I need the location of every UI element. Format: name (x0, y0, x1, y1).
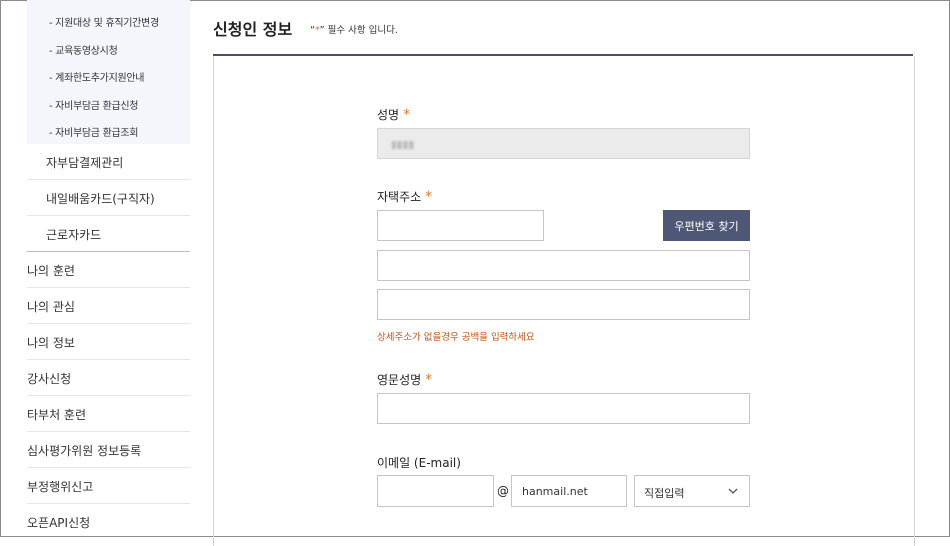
address-detail-input[interactable] (378, 290, 749, 319)
sidebar-item-instructor[interactable]: 강사신청 (27, 360, 190, 396)
sidebar-item-label: 심사평가위원 정보등록 (27, 444, 142, 458)
address-field[interactable] (377, 250, 750, 281)
sidebar-subitem-period-change[interactable]: - 지원대상 및 휴직기간변경 (49, 14, 159, 29)
sidebar-item-label: 부정행위신고 (27, 480, 94, 494)
sidebar-item-label: 내일배움카드(구직자) (46, 192, 155, 206)
sidebar-item-self-pay[interactable]: 자부담결제관리 (27, 144, 190, 180)
sidebar-item-label: 나의 훈련 (27, 264, 75, 278)
address-detail-field[interactable] (377, 289, 750, 320)
address-label: 자택주소 * (377, 188, 432, 205)
sidebar-item-label: 타부처 훈련 (27, 408, 87, 422)
sidebar-item-my-training[interactable]: 나의 훈련 (27, 252, 190, 288)
sidebar-item-my-interest[interactable]: 나의 관심 (27, 288, 190, 324)
email-domain-field[interactable] (511, 475, 627, 507)
required-star-icon: * (403, 107, 411, 123)
page-title: 신청인 정보 (213, 20, 293, 39)
address-hint: 상세주소가 없을경우 공백을 입력하세요 (377, 332, 535, 343)
chevron-down-icon (728, 488, 738, 494)
sidebar-subitem-limit-guide[interactable]: - 계좌한도추가지원안내 (49, 69, 144, 84)
sidebar-item-label: 자부담결제관리 (46, 156, 124, 170)
sidebar-item-open-api[interactable]: 오픈API신청 (27, 504, 190, 539)
english-name-label-text: 영문성명 (377, 373, 422, 387)
email-label: 이메일 (E-mail) (377, 456, 461, 470)
sidebar-item-label: 근로자카드 (46, 228, 102, 242)
sidebar-item-label: 나의 관심 (27, 300, 75, 314)
email-domain-input[interactable] (512, 476, 626, 506)
sidebar-item-card-jobseeker[interactable]: 내일배움카드(구직자) (27, 180, 190, 216)
address-input[interactable] (378, 251, 749, 280)
required-star-icon: * (425, 372, 433, 388)
sidebar-item-evaluator[interactable]: 심사평가위원 정보등록 (27, 432, 190, 468)
sidebar-item-other-ministry[interactable]: 타부처 훈련 (27, 396, 190, 432)
name-field (377, 128, 750, 159)
name-label-text: 성명 (377, 108, 400, 122)
email-at-sign: @ (497, 484, 509, 498)
sidebar-subitem-refund-check[interactable]: - 자비부담금 환급조회 (49, 124, 138, 139)
required-star-icon: * (425, 189, 433, 205)
sidebar-item-label: 나의 정보 (27, 336, 75, 350)
email-select-value: 직접입력 (644, 487, 685, 500)
sidebar-subitem-refund-apply[interactable]: - 자비부담금 환급신청 (49, 97, 138, 112)
zipcode-field[interactable] (377, 210, 544, 241)
sidebar-item-label: 오픈API신청 (27, 516, 91, 530)
english-name-field[interactable] (377, 393, 750, 424)
english-name-input[interactable] (378, 394, 749, 423)
address-label-text: 자택주소 (377, 190, 422, 204)
sidebar-subitem-video[interactable]: - 교육동영상시청 (49, 42, 118, 57)
name-label: 성명 * (377, 106, 410, 123)
sidebar-item-label: 강사신청 (27, 372, 72, 386)
sidebar-item-worker-card[interactable]: 근로자카드 (27, 216, 190, 252)
email-id-field[interactable] (377, 475, 494, 507)
sidebar-item-fraud-report[interactable]: 부정행위신고 (27, 468, 190, 504)
required-note-text: 필수 사항 입니다. (324, 25, 398, 36)
redacted-name (392, 141, 414, 149)
zipcode-input[interactable] (378, 211, 543, 240)
sidebar-item-my-info[interactable]: 나의 정보 (27, 324, 190, 360)
email-id-input[interactable] (378, 476, 493, 506)
zipcode-search-button[interactable]: 우편번호 찾기 (663, 210, 750, 241)
email-domain-select[interactable]: 직접입력 (634, 475, 750, 507)
english-name-label: 영문성명 * (377, 371, 432, 388)
required-note: “*” 필수 사항 입니다. (310, 22, 398, 36)
